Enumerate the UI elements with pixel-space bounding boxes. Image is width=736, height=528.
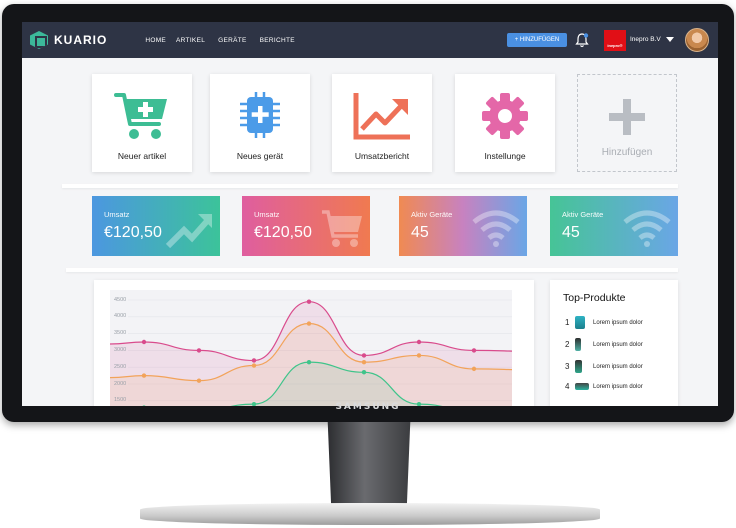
product-image: [575, 338, 581, 351]
stat-card-active-devices[interactable]: Aktiv Geräte 45: [399, 196, 527, 256]
account-menu[interactable]: Inepro B.V: [630, 36, 674, 43]
tile-new-article[interactable]: Neuer artikel: [92, 74, 192, 172]
data-point[interactable]: [141, 373, 147, 378]
tile-add-shortcut[interactable]: Hinzufügen: [577, 74, 677, 172]
add-button[interactable]: + HINZUFÜGEN: [507, 33, 567, 47]
data-point[interactable]: [416, 339, 422, 345]
caret-down-icon: [665, 37, 674, 42]
avatar[interactable]: [685, 28, 709, 52]
y-tick-label: 2500: [114, 363, 127, 370]
list-item[interactable]: 1 Lorem ipsum dolor: [565, 316, 643, 329]
gear-icon: [480, 90, 530, 142]
y-tick-label: 4000: [114, 313, 127, 320]
wifi-icon: [472, 210, 520, 247]
app-logo[interactable]: KUARIO: [30, 31, 107, 49]
monitor-stand-base: [140, 503, 600, 525]
stat-label: Umsatz: [104, 210, 130, 219]
data-point[interactable]: [196, 378, 202, 383]
app-logo-text: KUARIO: [54, 33, 108, 47]
sales-chart: 4500 4000 3500 3000 2500 2000 1500: [109, 290, 535, 406]
data-point[interactable]: [251, 358, 257, 363]
tile-label: Neues gerät: [236, 151, 284, 161]
top-navigation-bar: KUARIO HOME ARTIKEL GERÄTE BERICHTE + HI…: [22, 22, 718, 58]
data-point[interactable]: [306, 359, 312, 365]
stat-value: 45: [411, 224, 429, 241]
list-item[interactable]: 3 Lorem ipsum dolor: [565, 360, 643, 373]
data-point[interactable]: [251, 363, 257, 368]
product-rank: 4: [565, 382, 570, 391]
product-rank: 3: [565, 362, 570, 371]
monitor-stand-neck: [327, 422, 411, 506]
screen: KUARIO HOME ARTIKEL GERÄTE BERICHTE + HI…: [22, 22, 718, 406]
sales-chart-plot: [109, 299, 535, 406]
stat-value: €120,50: [254, 224, 312, 241]
data-point[interactable]: [141, 339, 147, 345]
data-point[interactable]: [306, 321, 312, 326]
list-item[interactable]: 4 Lorem ipsum dolor: [565, 382, 643, 391]
data-point[interactable]: [196, 348, 202, 353]
tile-label: Hinzufügen: [601, 147, 653, 158]
tile-settings[interactable]: Instellunge: [455, 74, 555, 172]
y-tick-label: 2000: [114, 380, 127, 387]
account-name: Inepro B.V: [630, 36, 661, 43]
nav-geraete[interactable]: GERÄTE: [218, 37, 247, 44]
y-tick-label: 3000: [114, 346, 127, 353]
product-name: Lorem ipsum dolor: [593, 341, 643, 348]
top-products-panel: Top-Produkte 1 Lorem ipsum dolor 2 Lorem…: [550, 280, 678, 406]
y-tick-label: 4500: [114, 296, 127, 303]
data-point[interactable]: [471, 348, 477, 353]
list-item[interactable]: 2 Lorem ipsum dolor: [565, 338, 643, 351]
wifi-icon: [623, 210, 671, 247]
product-image: [575, 360, 582, 373]
cart-plus-icon: [113, 90, 171, 142]
tile-label: Neuer artikel: [117, 151, 167, 161]
y-tick-label: 3500: [114, 330, 127, 337]
nav-berichte[interactable]: BERICHTE: [260, 37, 295, 44]
product-rank: 2: [565, 340, 570, 349]
stat-value: 45: [562, 224, 580, 241]
product-rank: 1: [565, 318, 570, 327]
monitor-brand: SAMSUNG: [335, 402, 401, 412]
nav-artikel[interactable]: ARTIKEL: [176, 37, 205, 44]
tile-sales-report[interactable]: Umsatzbericht: [332, 74, 432, 172]
organization-logo: inepro®: [604, 30, 626, 51]
cart-icon: [322, 210, 362, 247]
sales-chart-panel: 4500 4000 3500 3000 2500 2000 1500: [94, 280, 535, 406]
section-divider: [66, 268, 678, 272]
bell-icon[interactable]: [575, 32, 589, 48]
top-products-title: Top-Produkte: [563, 292, 626, 304]
main-nav: HOME ARTIKEL GERÄTE BERICHTE: [145, 37, 295, 44]
stat-card-revenue[interactable]: Umsatz €120,50: [92, 196, 220, 256]
product-image: [575, 316, 585, 329]
data-point[interactable]: [361, 359, 367, 365]
trend-chart-icon: [352, 90, 412, 142]
stat-card-revenue-2[interactable]: Umsatz €120,50: [242, 196, 370, 256]
product-name: Lorem ipsum dolor: [593, 319, 643, 326]
monitor-bezel: KUARIO HOME ARTIKEL GERÄTE BERICHTE + HI…: [2, 4, 734, 422]
stat-label: Umsatz: [254, 210, 280, 219]
stat-value: €120,50: [104, 224, 162, 241]
data-point[interactable]: [471, 366, 477, 372]
product-name: Lorem ipsum dolor: [593, 363, 643, 370]
nav-home[interactable]: HOME: [145, 37, 166, 44]
data-point[interactable]: [306, 299, 312, 304]
data-point[interactable]: [416, 353, 422, 358]
section-divider: [62, 184, 678, 188]
stat-label: Aktiv Geräte: [562, 210, 604, 219]
tile-label: Instellunge: [484, 151, 526, 161]
data-point[interactable]: [361, 370, 367, 375]
stat-label: Aktiv Geräte: [411, 210, 453, 219]
tile-new-device[interactable]: Neues gerät: [210, 74, 310, 172]
stat-card-active-devices-2[interactable]: Aktiv Geräte 45: [550, 196, 678, 256]
tile-label: Umsatzbericht: [354, 151, 410, 161]
plus-icon: [607, 91, 647, 143]
product-name: Lorem ipsum dolor: [593, 383, 643, 390]
chip-plus-icon: [234, 90, 286, 142]
trend-icon: [165, 214, 212, 248]
kuario-logo-icon: [30, 31, 48, 49]
data-point[interactable]: [361, 353, 367, 358]
product-image: [575, 383, 589, 390]
